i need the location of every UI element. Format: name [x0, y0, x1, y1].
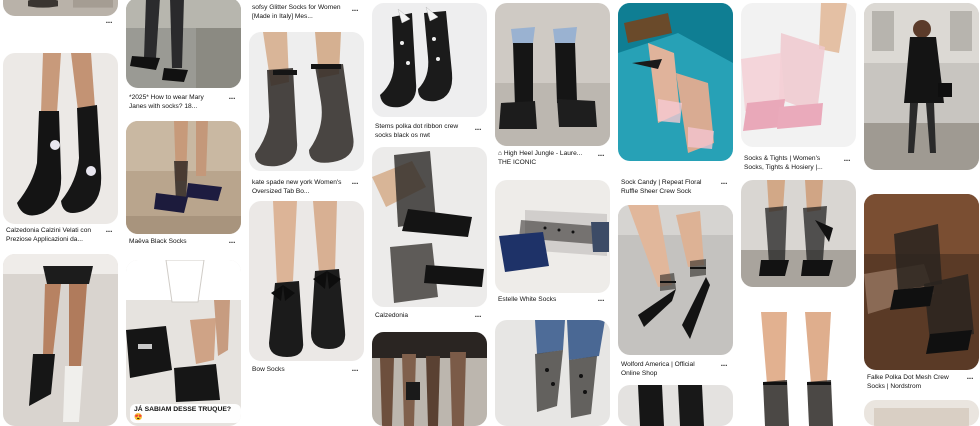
- pin-image[interactable]: [372, 332, 487, 426]
- more-options-button[interactable]: ···: [717, 362, 731, 371]
- pin-image[interactable]: [249, 32, 364, 171]
- pin-image[interactable]: [864, 3, 979, 170]
- more-options-button[interactable]: ···: [963, 375, 977, 384]
- pin-title: sofsy Glitter Socks for Women [Made in I…: [252, 4, 341, 20]
- store-icon: ⌂: [498, 150, 502, 157]
- pin-image[interactable]: [495, 180, 610, 293]
- more-options-button[interactable]: ···: [225, 95, 239, 104]
- pin-image[interactable]: [618, 3, 733, 161]
- pin-image[interactable]: [618, 205, 733, 355]
- pin-image[interactable]: [741, 180, 856, 287]
- pin-image[interactable]: [864, 400, 979, 426]
- pin-image[interactable]: [3, 0, 118, 16]
- more-options-button[interactable]: ···: [225, 239, 239, 248]
- pin-grid: ··· Calzedonia Calzini Velati con Prezio…: [0, 0, 980, 426]
- pin-image[interactable]: [372, 147, 487, 307]
- pin-image[interactable]: [372, 3, 487, 117]
- pin-image[interactable]: [618, 385, 733, 426]
- more-options-button[interactable]: ···: [102, 228, 116, 237]
- more-options-button[interactable]: ···: [102, 19, 116, 28]
- pin-image[interactable]: [126, 0, 241, 88]
- pin-title: Estelle White Socks: [498, 296, 557, 303]
- pin-title: Stems polka dot ribbon crew socks black …: [375, 123, 459, 139]
- pin-image[interactable]: [495, 3, 610, 146]
- more-options-button[interactable]: ···: [840, 157, 854, 166]
- pin-title: Calzedonia Calzini Velati con Preziose A…: [6, 227, 92, 243]
- pin-image[interactable]: [3, 254, 118, 426]
- pin-overlay-caption: JÁ SABIAM DESSE TRUQUE? 😍: [130, 404, 241, 423]
- more-options-button[interactable]: ···: [348, 7, 362, 16]
- pin-image[interactable]: [3, 53, 118, 224]
- pin-title: *2025* How to wear Mary Janes with socks…: [129, 94, 204, 110]
- more-options-button[interactable]: ···: [594, 152, 608, 161]
- pin-image[interactable]: [495, 320, 610, 426]
- pin-title: Bow Socks: [252, 366, 285, 373]
- pin-title: ⌂ High Heel Jungle - Laure... THE ICONIC: [498, 150, 583, 166]
- more-options-button[interactable]: ···: [471, 126, 485, 135]
- pin-title: Socks & Tights | Women's Socks, Tights &…: [744, 155, 823, 171]
- pin-title: Maëva Black Socks: [129, 238, 187, 245]
- more-options-button[interactable]: ···: [594, 297, 608, 306]
- more-options-button[interactable]: ···: [471, 313, 485, 322]
- pin-image[interactable]: [741, 3, 856, 147]
- pin-title: Falke Polka Dot Mesh Crew Socks | Nordst…: [867, 374, 949, 390]
- pin-title: kate spade new york Women's Oversized Ta…: [252, 179, 342, 195]
- pin-title: Calzedonia: [375, 312, 408, 319]
- more-options-button[interactable]: ···: [348, 367, 362, 376]
- more-options-button[interactable]: ···: [348, 180, 362, 189]
- pin-title: Wolford America | Official Online Shop: [621, 361, 695, 377]
- more-options-button[interactable]: ···: [717, 180, 731, 189]
- pin-image[interactable]: [864, 194, 979, 370]
- pin-image[interactable]: [741, 312, 856, 426]
- pin-image[interactable]: JÁ SABIAM DESSE TRUQUE? 😍: [126, 260, 241, 426]
- pin-title: Sock Candy | Repeat Floral Ruffle Sheer …: [621, 179, 702, 195]
- pin-image[interactable]: [249, 201, 364, 361]
- pin-image[interactable]: [126, 121, 241, 234]
